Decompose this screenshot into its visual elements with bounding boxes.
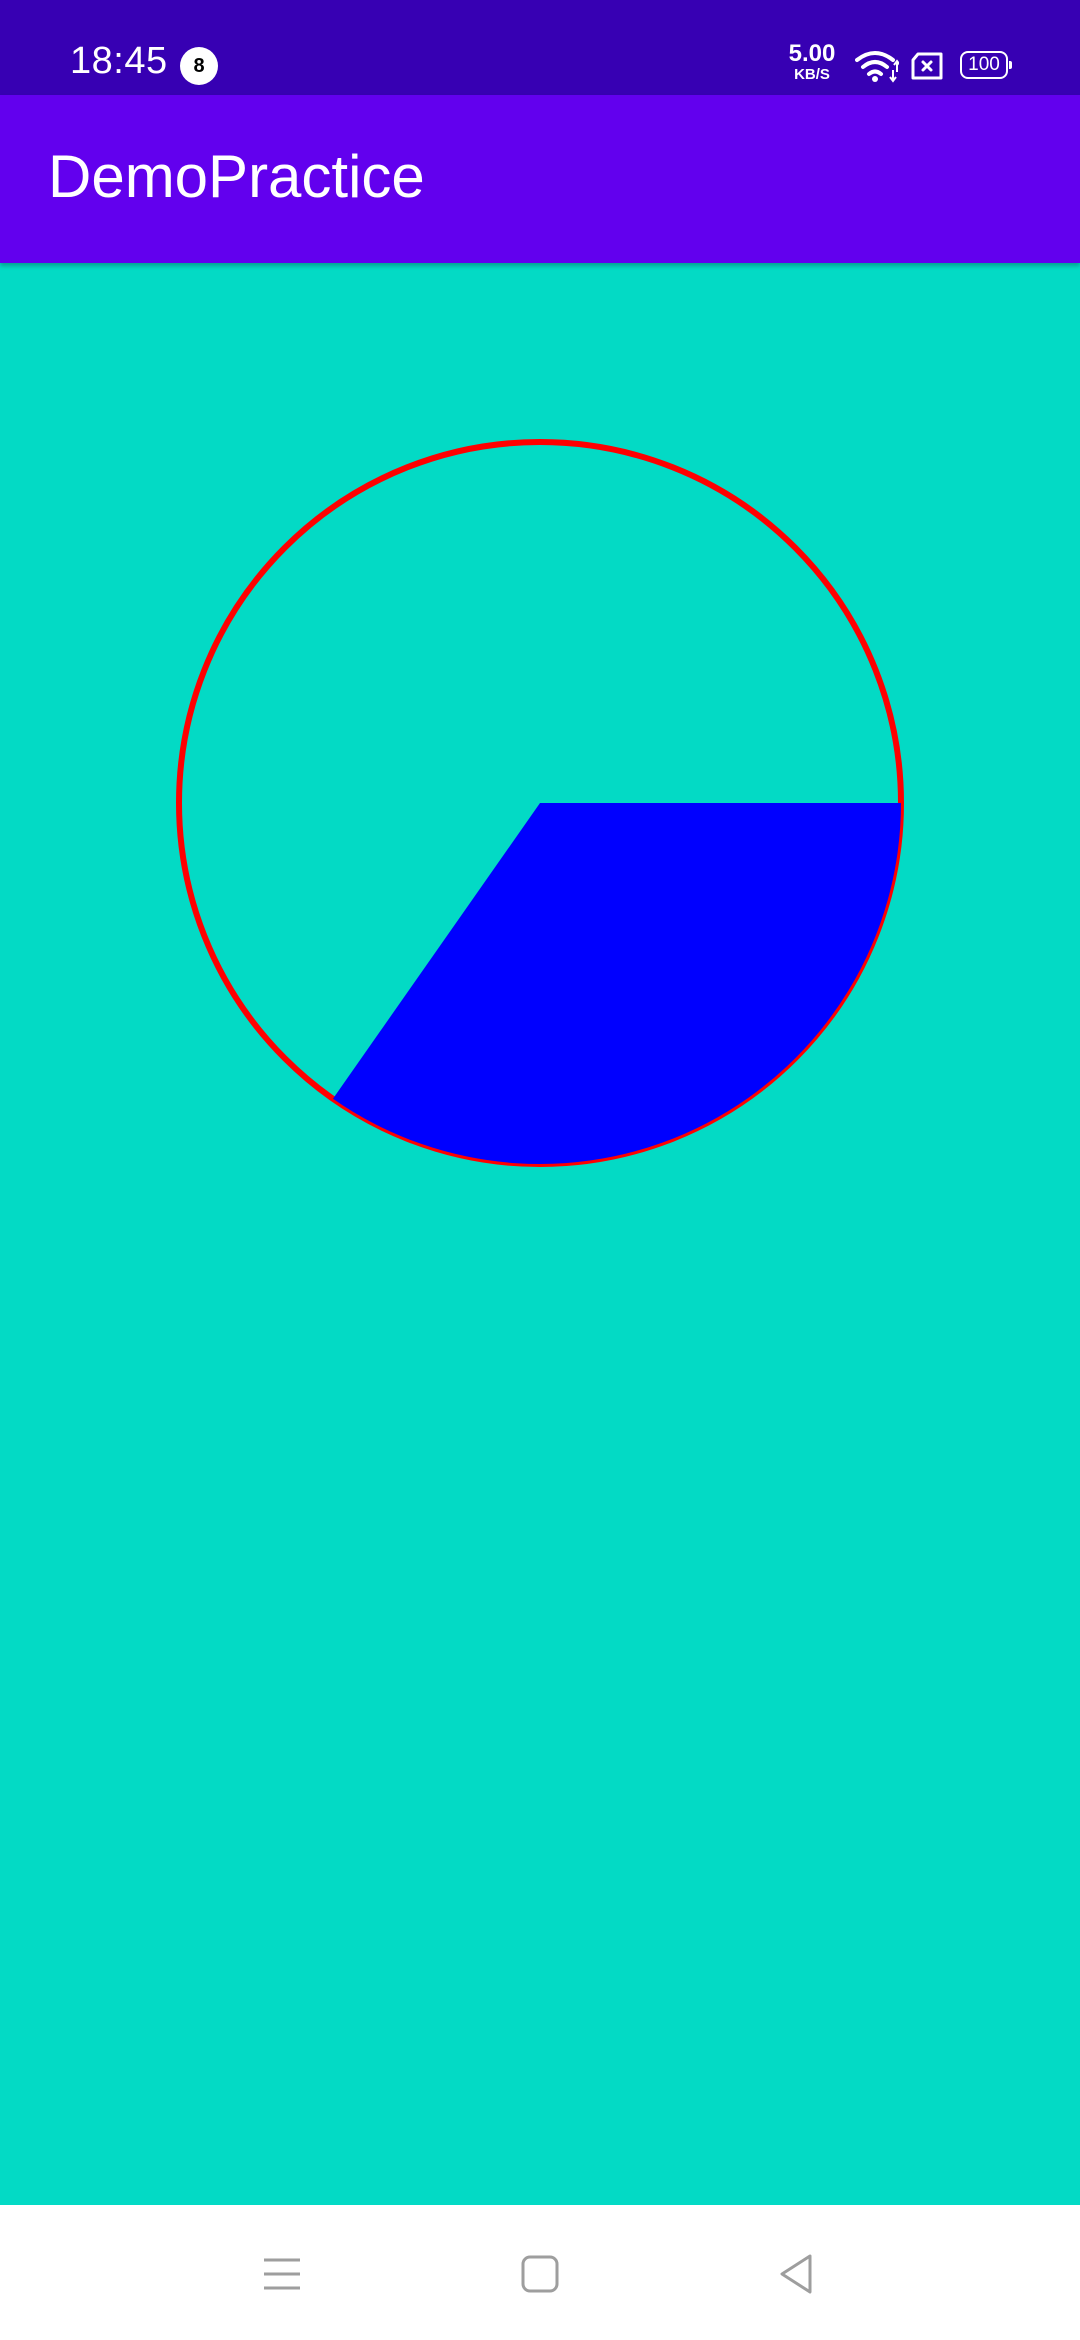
notification-badge: 8: [180, 47, 218, 85]
recents-menu-button[interactable]: [242, 2239, 322, 2309]
app-bar: DemoPractice: [0, 95, 1080, 263]
network-speed-value: 5.00: [788, 40, 836, 67]
blue-sector: [332, 803, 901, 1164]
home-square-icon: [521, 2255, 559, 2293]
sim-blocked-icon: [911, 52, 943, 80]
network-speed: 5.00 KB/S: [786, 40, 838, 83]
recents-menu-icon: [264, 2258, 300, 2290]
home-button[interactable]: [500, 2239, 580, 2309]
status-time: 18:45: [70, 40, 168, 82]
back-triangle-icon: [780, 2254, 812, 2294]
content-area: [0, 263, 1080, 2205]
navigation-bar: [0, 2205, 1080, 2340]
network-speed-unit: KB/S: [794, 66, 830, 83]
status-bar: 18:45 8 5.00 KB/S 100: [0, 0, 1080, 95]
canvas-drawing: [176, 439, 904, 1167]
back-button[interactable]: [756, 2239, 836, 2309]
wifi-icon: [855, 51, 899, 83]
app-screen: 18:45 8 5.00 KB/S 100 DemoPractice: [0, 0, 1080, 2340]
app-title: DemoPractice: [48, 143, 425, 210]
battery-icon: 100: [960, 51, 1012, 79]
